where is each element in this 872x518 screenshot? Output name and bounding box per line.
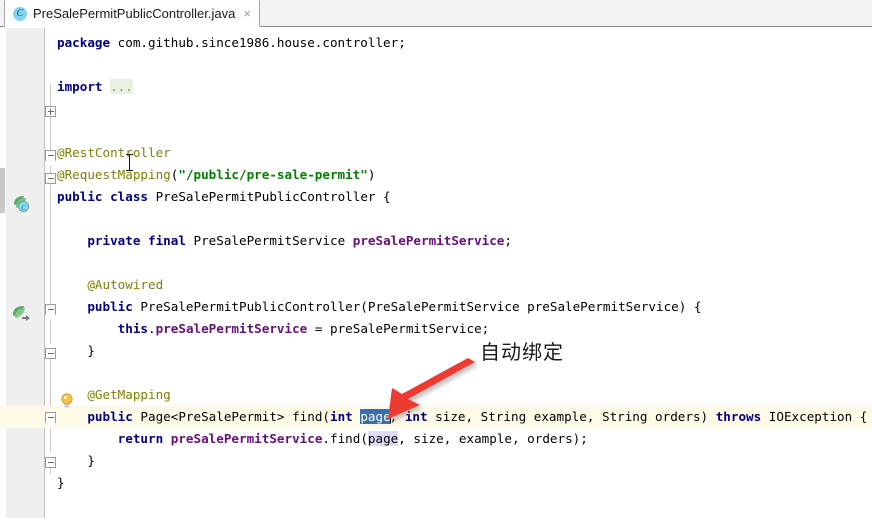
code-token: this bbox=[117, 321, 149, 336]
code-token: @RestController bbox=[57, 145, 171, 160]
annotation-label: 自动绑定 bbox=[480, 340, 564, 364]
code-line-21[interactable]: } bbox=[0, 472, 872, 494]
intention-bulb-icon[interactable] bbox=[60, 391, 78, 409]
code-line-8[interactable]: public class PreSalePermitPublicControll… bbox=[0, 186, 872, 208]
code-line-11[interactable] bbox=[0, 252, 872, 274]
code-token: } bbox=[57, 475, 65, 490]
code-token: ; bbox=[504, 233, 512, 248]
fold-end-method[interactable] bbox=[45, 452, 57, 469]
code-token: Page<PreSalePermit> find( bbox=[132, 409, 330, 424]
code-token: throws bbox=[715, 409, 762, 424]
red-arrow-icon bbox=[330, 358, 490, 428]
code-token: import bbox=[57, 79, 103, 94]
spring-bean-class-icon[interactable]: C bbox=[12, 194, 30, 212]
svg-text:C: C bbox=[21, 204, 26, 212]
code-token: preSalePermitService bbox=[155, 321, 308, 336]
code-line-19[interactable]: return preSalePermitService.find(page, s… bbox=[0, 428, 872, 450]
editor-tab-label: PreSalePermitPublicController.java bbox=[33, 6, 236, 21]
code-token: com.github.since1986.house.controller; bbox=[110, 35, 406, 50]
code-token: IOException { bbox=[761, 409, 868, 424]
code-token: private bbox=[87, 233, 141, 248]
code-token: PreSalePermitService bbox=[185, 233, 353, 248]
code-token: PreSalePermitPublicController { bbox=[148, 189, 391, 204]
code-line-3[interactable]: import ... bbox=[0, 76, 872, 98]
code-token: preSalePermitService bbox=[170, 431, 323, 446]
mouse-ibeam-cursor bbox=[126, 154, 133, 171]
code-line-13[interactable]: public PreSalePermitPublicController(Pre… bbox=[0, 296, 872, 318]
code-token: .find( bbox=[322, 431, 368, 446]
code-token: ) bbox=[367, 167, 376, 182]
spring-autowired-dependency-icon[interactable] bbox=[12, 304, 30, 322]
code-line-12[interactable]: @Autowired bbox=[0, 274, 872, 296]
fold-collapse-method[interactable] bbox=[45, 412, 57, 428]
editor-tab-bar: C PreSalePermitPublicController.java × bbox=[0, 0, 872, 27]
code-token: class bbox=[110, 189, 149, 204]
fold-collapse-class[interactable] bbox=[45, 150, 57, 166]
code-token: @Autowired bbox=[87, 277, 164, 292]
code-line-14[interactable]: this.preSalePermitService = preSalePermi… bbox=[0, 318, 872, 340]
code-line-2[interactable] bbox=[0, 54, 872, 76]
code-token: public bbox=[87, 409, 133, 424]
fold-end-constructor[interactable] bbox=[45, 343, 57, 360]
code-text[interactable]: package com.github.since1986.house.contr… bbox=[0, 28, 872, 518]
code-token: @RequestMapping bbox=[57, 167, 171, 182]
code-line-5[interactable] bbox=[0, 120, 872, 142]
code-line-1[interactable]: package com.github.since1986.house.contr… bbox=[0, 32, 872, 54]
fold-collapse-requestmapping[interactable] bbox=[45, 173, 57, 185]
code-line-4[interactable] bbox=[0, 98, 872, 120]
code-editor-area[interactable]: package com.github.since1986.house.contr… bbox=[0, 28, 872, 518]
editor-tab-presalepermitpubliccontroller[interactable]: C PreSalePermitPublicController.java × bbox=[4, 0, 260, 27]
fold-expand-import[interactable] bbox=[45, 106, 57, 118]
fold-collapse-constructor[interactable] bbox=[45, 304, 57, 320]
code-token: "/public/pre-sale-permit" bbox=[178, 167, 368, 182]
code-token: page bbox=[367, 431, 399, 446]
code-token: = preSalePermitService; bbox=[307, 321, 490, 336]
code-token: preSalePermitService bbox=[352, 233, 505, 248]
code-token: public bbox=[57, 189, 103, 204]
code-token: public bbox=[87, 299, 133, 314]
code-token: } bbox=[57, 343, 95, 358]
close-icon[interactable]: × bbox=[243, 6, 251, 21]
code-token: @GetMapping bbox=[87, 387, 171, 402]
java-class-icon: C bbox=[13, 6, 27, 21]
code-token: PreSalePermitPublicController(PreSalePer… bbox=[132, 299, 702, 314]
ide-editor-window: C PreSalePermitPublicController.java × p… bbox=[0, 0, 872, 518]
code-token: final bbox=[148, 233, 186, 248]
code-token: } bbox=[57, 453, 95, 468]
code-token: return bbox=[117, 431, 164, 446]
code-line-9[interactable] bbox=[0, 208, 872, 230]
code-line-20[interactable]: } bbox=[0, 450, 872, 472]
code-token: , size, example, orders); bbox=[398, 431, 588, 446]
code-token: ... bbox=[110, 79, 133, 94]
code-token: package bbox=[57, 35, 111, 50]
code-token: . bbox=[148, 321, 156, 336]
code-line-10[interactable]: private final PreSalePermitService preSa… bbox=[0, 230, 872, 252]
